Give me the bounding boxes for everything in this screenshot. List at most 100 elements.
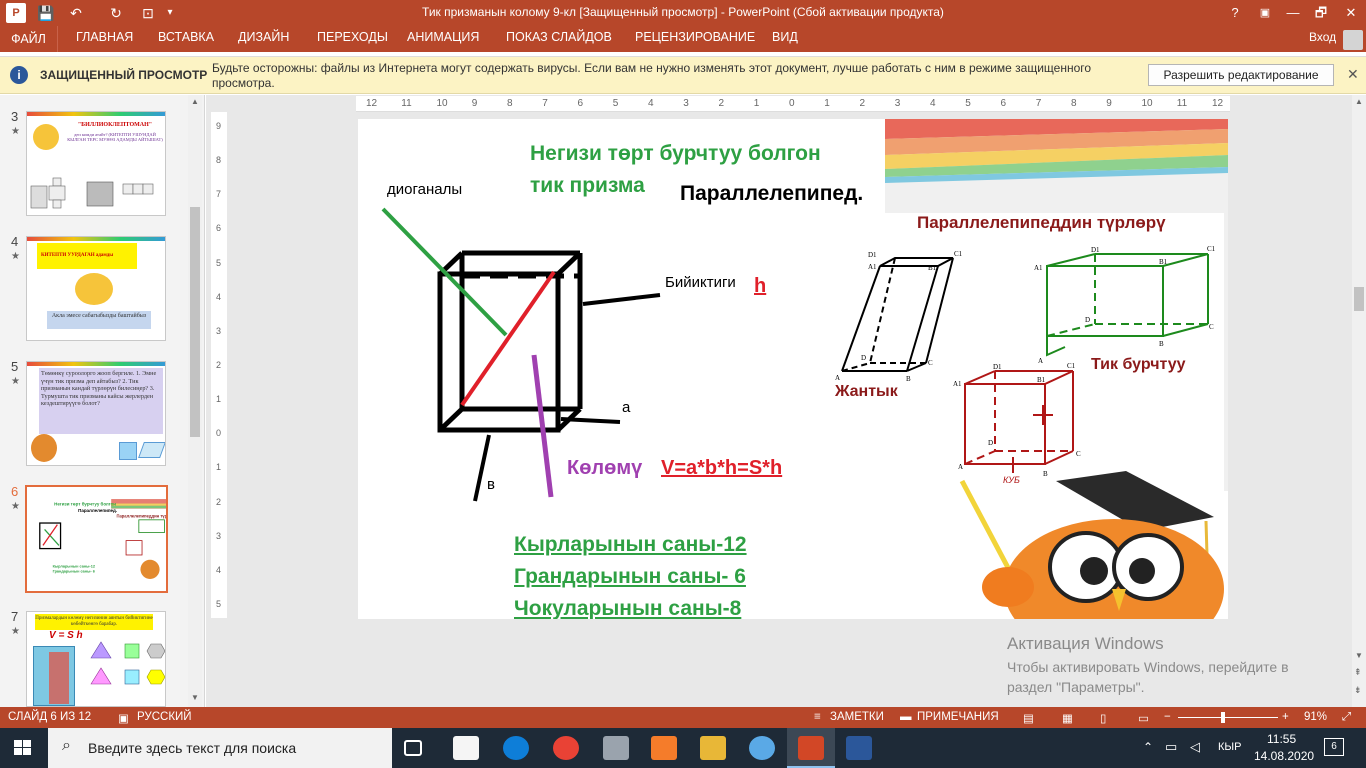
fit-to-window-icon[interactable]: ⤢ [1342, 711, 1351, 724]
slide-thumbnail-7[interactable]: Призмалардын көлөмү негизинин аянтын бий… [26, 611, 166, 707]
animation-star-icon: ★ [11, 126, 20, 137]
shape-formulas-image [90, 641, 165, 685]
scroll-up-icon[interactable]: ▲ [191, 97, 199, 106]
scroll-thumb[interactable] [1354, 287, 1364, 311]
zoom-slider-thumb[interactable] [1221, 712, 1225, 723]
paint-icon[interactable] [749, 736, 775, 760]
normal-view-icon[interactable]: ▤ [1023, 711, 1034, 725]
window-title: Тик призманын колому 9-кл [Защищенный пр… [422, 5, 944, 19]
restore-button[interactable]: 🗗 [1306, 0, 1336, 26]
pdf-icon[interactable] [651, 736, 677, 760]
notes-icon[interactable]: ≡ [814, 711, 821, 723]
ruler-tick-label: 4 [216, 291, 222, 302]
thumb-stripe [27, 362, 165, 366]
edge-icon[interactable] [503, 736, 529, 760]
spellcheck-icon[interactable]: ▣ [118, 711, 129, 725]
help-button[interactable]: ? [1220, 0, 1250, 26]
powerpoint-icon [798, 736, 824, 760]
thumb-title: КИТЕПТИ УУРДАГАН адамды [37, 243, 137, 269]
input-language[interactable]: КЫР [1218, 741, 1241, 753]
close-bar-icon[interactable]: ✕ [1347, 66, 1359, 83]
next-slide-icon[interactable]: ⇟ [1354, 685, 1362, 696]
scroll-down-icon[interactable]: ▼ [191, 693, 199, 702]
tab-design[interactable]: ДИЗАЙН [238, 30, 289, 44]
ruler-tick-label: 4 [930, 98, 936, 109]
store-icon[interactable] [453, 736, 479, 760]
tab-animation[interactable]: АНИМАЦИЯ [407, 30, 479, 44]
scroll-thumb[interactable] [190, 207, 200, 437]
slide-thumbnail-5[interactable]: Төмөнкү суроолорго жооп бергиле. 1. Эмне… [26, 361, 166, 466]
ruler-tick-label: 12 [366, 98, 378, 109]
ruler-tick-label: 5 [216, 599, 222, 609]
ruler-tick-label: 8 [1071, 98, 1077, 109]
scroll-down-icon[interactable]: ▼ [1355, 651, 1363, 660]
slide-scrollbar[interactable]: ▲ ▼ ⇞ ⇟ [1352, 95, 1366, 707]
zoom-slider[interactable] [1178, 717, 1278, 718]
vertex-label: A [1038, 357, 1043, 365]
zoom-out-icon[interactable]: − [1164, 711, 1171, 723]
tab-review[interactable]: РЕЦЕНЗИРОВАНИЕ [635, 30, 755, 44]
ruler-tick-label: 2 [718, 98, 725, 109]
reading-view-icon[interactable]: ▯ [1100, 711, 1106, 725]
file-explorer-icon[interactable] [700, 736, 726, 760]
close-button[interactable]: ✕ [1336, 0, 1366, 26]
previous-slide-icon[interactable]: ⇞ [1354, 667, 1362, 678]
windows-start-icon[interactable] [14, 740, 32, 756]
thumb-text: Акла эмесе сабагыбызды баштайбыз [47, 311, 151, 329]
minimize-button[interactable]: — [1278, 0, 1308, 26]
notes-button[interactable]: ЗАМЕТКИ [830, 711, 884, 723]
chrome-icon[interactable] [553, 736, 579, 760]
smiley-thumbs-up-icon [75, 273, 113, 305]
ruler-tick-label: 1 [753, 98, 760, 109]
slideshow-icon[interactable]: ▭ [1138, 711, 1149, 725]
slide-thumbnail-3[interactable]: "БИЛЛИОКЛЕПТОМАН" деп кимди атайт? (КИТЕ… [26, 111, 166, 216]
enable-editing-button[interactable]: Разрешить редактирование [1148, 64, 1334, 86]
scroll-up-icon[interactable]: ▲ [1355, 97, 1363, 106]
slide-thumbnail-6[interactable]: Негизи төрт бурчтуу болгон Параллелепипе… [25, 485, 168, 593]
ribbon-display-options-icon[interactable]: ▣ [1250, 0, 1280, 26]
ruler-tick-label: 4 [648, 98, 654, 109]
ruler-tick-label: 5 [965, 98, 971, 109]
comments-icon[interactable]: ▬ [900, 711, 912, 723]
powerpoint-window: P 💾 ↶ ↻ ⊡ ▾ Тик призманын колому 9-кл [З… [0, 0, 1366, 768]
task-view-icon[interactable] [404, 740, 422, 756]
vertex-label: D1 [993, 363, 1002, 371]
notifications-icon[interactable]: 6 [1324, 738, 1344, 756]
slide-thumbnail-4[interactable]: КИТЕПТИ УУРДАГАН адамды Акла эмесе сабаг… [26, 236, 166, 341]
word-icon[interactable] [846, 736, 872, 760]
thumb-stripe [27, 112, 165, 116]
user-avatar-icon[interactable] [1343, 30, 1363, 50]
notification-count: 6 [1331, 741, 1337, 752]
tab-slideshow[interactable]: ПОКАЗ СЛАЙДОВ [506, 30, 612, 44]
edges-count: Кырларынын саны-12 [514, 533, 747, 556]
taskbar-search-box[interactable]: ⌕ Введите здесь текст для поиска [48, 728, 392, 768]
tab-home[interactable]: ГЛАВНАЯ [76, 30, 133, 44]
clock-time[interactable]: 11:55 [1267, 732, 1296, 746]
vertex-label: B1 [1159, 258, 1168, 266]
language-indicator[interactable]: РУССКИЙ [137, 711, 192, 723]
zoom-level[interactable]: 91% [1304, 711, 1327, 723]
ruler-tick-label: 10 [436, 98, 448, 109]
show-hidden-icons-icon[interactable]: ⌃ [1143, 740, 1153, 754]
ruler-tick-label: 3 [894, 98, 901, 109]
signin-link[interactable]: Вход [1309, 30, 1336, 44]
clock-date[interactable]: 14.08.2020 [1254, 749, 1314, 763]
zoom-in-icon[interactable]: + [1282, 711, 1289, 723]
ruler-tick-label: 3 [683, 98, 689, 109]
volume-icon[interactable]: ◁ [1190, 739, 1200, 755]
ruler-tick-label: 6 [577, 98, 584, 109]
owl-teacher-image [959, 471, 1224, 619]
tab-view[interactable]: ВИД [772, 30, 798, 44]
tab-insert[interactable]: ВСТАВКА [158, 30, 214, 44]
powerpoint-taskbar-button[interactable] [787, 728, 835, 768]
tab-file[interactable]: ФАЙЛ [0, 26, 58, 52]
vertex-label: B1 [928, 264, 937, 272]
comments-button[interactable]: ПРИМЕЧАНИЯ [917, 711, 999, 723]
thumbnails-scrollbar[interactable]: ▲ ▼ [188, 95, 202, 707]
network-icon[interactable]: ▭ [1165, 739, 1177, 755]
tab-transitions[interactable]: ПЕРЕХОДЫ [317, 30, 388, 44]
thumb-text: деп кимди атайт? (КИТЕПТИ УШУНДАЙ КЫЛГАН… [67, 132, 163, 142]
slide-sorter-icon[interactable]: ▦ [1062, 711, 1073, 725]
calculator-icon[interactable] [603, 736, 629, 760]
vertex-label: B [1159, 340, 1164, 348]
